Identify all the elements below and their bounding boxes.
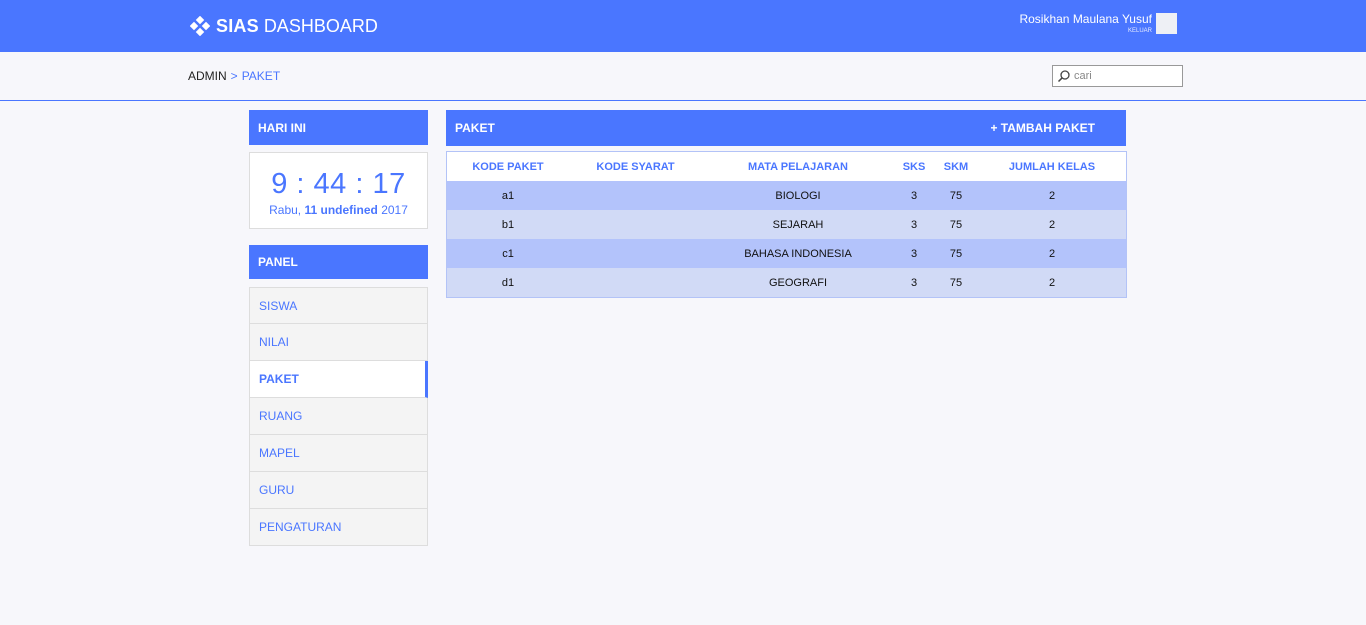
cell-sks: 3 bbox=[910, 218, 918, 231]
user-name[interactable]: Rosikhan Maulana Yusuf bbox=[1019, 12, 1152, 26]
breadcrumb-separator: > bbox=[230, 69, 238, 83]
table-row[interactable]: b1 SEJARAH 3 75 2 bbox=[447, 210, 1126, 239]
cell-skm: 75 bbox=[949, 276, 963, 289]
cell-skm: 75 bbox=[949, 247, 963, 260]
today-panel-header: HARI INI bbox=[249, 110, 428, 145]
breadcrumb-root[interactable]: ADMIN bbox=[188, 69, 227, 83]
add-paket-button[interactable]: + TAMBAH PAKET bbox=[990, 121, 1095, 135]
cell-jumlah-kelas: 2 bbox=[1048, 276, 1056, 289]
cell-jumlah-kelas: 2 bbox=[1048, 247, 1056, 260]
sidebar-item-paket[interactable]: PAKET bbox=[249, 361, 428, 398]
search-icon bbox=[1057, 70, 1070, 83]
search-box bbox=[1052, 65, 1183, 87]
cell-kode-syarat bbox=[569, 181, 702, 210]
table-row[interactable]: d1 GEOGRAFI 3 75 2 bbox=[447, 268, 1126, 297]
avatar[interactable] bbox=[1156, 13, 1177, 34]
clock-date: Rabu, 11 undefined 2017 bbox=[250, 203, 427, 217]
column-header-skm[interactable]: SKM bbox=[934, 152, 978, 181]
cell-kode-paket: b1 bbox=[501, 218, 515, 231]
diamond-logo-icon bbox=[190, 16, 210, 36]
table-header-row: KODE PAKET KODE SYARAT MATA PELAJARAN SK… bbox=[447, 152, 1126, 181]
column-header-mata-pelajaran[interactable]: MATA PELAJARAN bbox=[702, 152, 894, 181]
cell-kode-syarat bbox=[569, 268, 702, 297]
content-title: PAKET bbox=[455, 121, 495, 135]
cell-skm: 75 bbox=[949, 218, 963, 231]
cell-sks: 3 bbox=[910, 276, 918, 289]
user-menu: Rosikhan Maulana Yusuf KELUAR bbox=[1019, 12, 1152, 34]
column-header-sks[interactable]: SKS bbox=[894, 152, 934, 181]
top-navbar: SIAS DASHBOARD Rosikhan Maulana Yusuf KE… bbox=[0, 0, 1366, 52]
table-row[interactable]: a1 BIOLOGI 3 75 2 bbox=[447, 181, 1126, 210]
content-header: PAKET + TAMBAH PAKET bbox=[446, 110, 1126, 146]
cell-kode-syarat bbox=[569, 239, 702, 268]
column-header-kode-syarat[interactable]: KODE SYARAT bbox=[569, 152, 702, 181]
sidebar-item-guru[interactable]: GURU bbox=[249, 472, 428, 509]
cell-skm: 75 bbox=[949, 189, 963, 202]
column-header-jumlah-kelas[interactable]: JUMLAH KELAS bbox=[978, 152, 1126, 181]
cell-kode-paket: d1 bbox=[501, 276, 515, 289]
sidebar-item-pengaturan[interactable]: PENGATURAN bbox=[249, 509, 428, 546]
sidebar-item-mapel[interactable]: MAPEL bbox=[249, 435, 428, 472]
cell-mata-pelajaran: GEOGRAFI bbox=[768, 276, 828, 289]
sidebar-item-ruang[interactable]: RUANG bbox=[249, 398, 428, 435]
panel-menu-title: PANEL bbox=[258, 255, 298, 269]
cell-kode-syarat bbox=[569, 210, 702, 239]
cell-jumlah-kelas: 2 bbox=[1048, 189, 1056, 202]
cell-kode-paket: a1 bbox=[501, 189, 515, 202]
breadcrumb: ADMIN > PAKET bbox=[188, 69, 280, 83]
today-panel-title: HARI INI bbox=[258, 120, 306, 135]
clock-year: 2017 bbox=[381, 203, 408, 217]
paket-table-container: KODE PAKET KODE SYARAT MATA PELAJARAN SK… bbox=[446, 151, 1127, 298]
search-input[interactable] bbox=[1074, 70, 1174, 82]
clock-day: Rabu, bbox=[269, 203, 302, 217]
logout-link[interactable]: KELUAR bbox=[1019, 28, 1152, 34]
cell-mata-pelajaran: BIOLOGI bbox=[775, 189, 821, 202]
brand-name-light: DASHBOARD bbox=[263, 15, 378, 36]
sidebar-item-nilai[interactable]: NILAI bbox=[249, 324, 428, 361]
breadcrumb-current: PAKET bbox=[241, 69, 281, 83]
clock-date-bold: 11 undefined bbox=[304, 203, 378, 217]
cell-sks: 3 bbox=[910, 189, 918, 202]
cell-kode-paket: c1 bbox=[502, 247, 514, 260]
paket-table: KODE PAKET KODE SYARAT MATA PELAJARAN SK… bbox=[447, 152, 1126, 297]
brand-logo[interactable]: SIAS DASHBOARD bbox=[190, 14, 378, 38]
cell-mata-pelajaran: SEJARAH bbox=[772, 218, 824, 231]
panel-menu: SISWA NILAI PAKET RUANG MAPEL GURU PENGA… bbox=[249, 287, 428, 546]
cell-sks: 3 bbox=[910, 247, 918, 260]
panel-menu-header: PANEL bbox=[249, 245, 428, 279]
table-row[interactable]: c1 BAHASA INDONESIA 3 75 2 bbox=[447, 239, 1126, 268]
cell-mata-pelajaran: BAHASA INDONESIA bbox=[744, 247, 852, 260]
breadcrumb-bar: ADMIN > PAKET bbox=[0, 52, 1366, 101]
clock-time: 9 : 44 : 17 bbox=[271, 168, 406, 200]
sidebar-item-siswa[interactable]: SISWA bbox=[249, 287, 428, 324]
clock-widget: 9 : 44 : 17 Rabu, 11 undefined 2017 bbox=[249, 152, 428, 229]
brand-name-strong: SIAS bbox=[216, 15, 259, 36]
cell-jumlah-kelas: 2 bbox=[1048, 218, 1056, 231]
column-header-kode-paket[interactable]: KODE PAKET bbox=[447, 152, 569, 181]
